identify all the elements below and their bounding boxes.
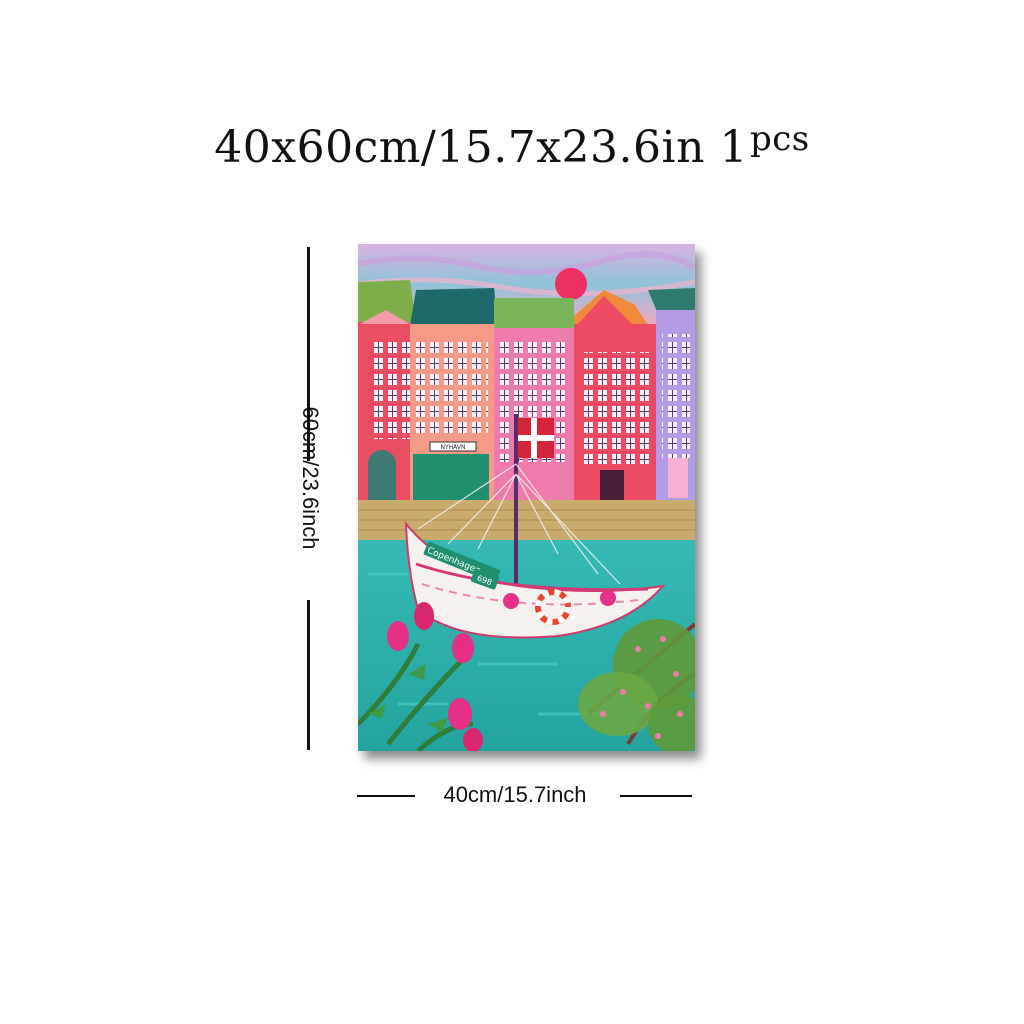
piece-count: 1	[719, 122, 748, 173]
sun	[555, 268, 587, 300]
width-label: 40cm/15.7inch	[443, 782, 587, 807]
height-dimension-line-bottom	[307, 600, 310, 750]
canvas-print: NYHAVN Copenhagen 698	[358, 244, 695, 751]
width-dimension-line-right	[620, 795, 692, 797]
roof-olive	[494, 298, 574, 330]
roof-teal	[410, 288, 498, 326]
painting: NYHAVN Copenhagen 698	[358, 244, 695, 751]
size-text: 40x60cm/15.7x23.6in	[214, 122, 705, 173]
height-label: 60cm/23.6inch	[298, 406, 323, 550]
piece-unit: pcs	[749, 119, 810, 159]
shop-sign: NYHAVN	[441, 444, 466, 451]
width-dimension-line-left	[357, 795, 415, 797]
size-title: 40x60cm/15.7x23.6in 1pcs	[0, 119, 1024, 173]
